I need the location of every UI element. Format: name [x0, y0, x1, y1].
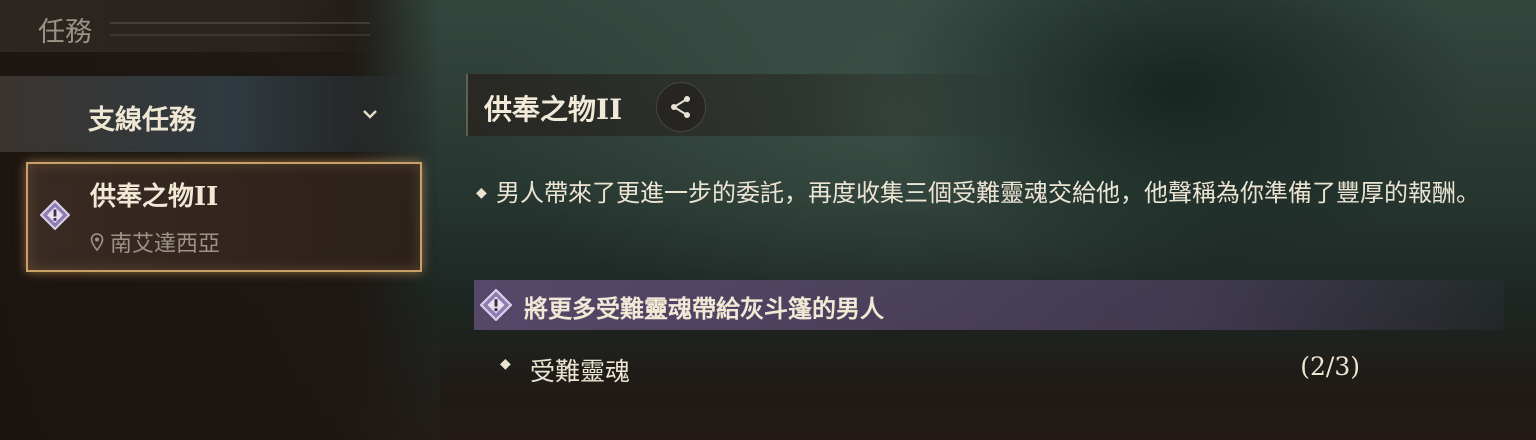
category-side-quests[interactable]: 支線任務 — [0, 76, 420, 152]
category-label: 支線任務 — [88, 105, 196, 136]
sub-objective-label: 受難靈魂 — [530, 357, 631, 386]
header: 任務 — [0, 0, 390, 52]
sub-objective-row: ◆ 受難靈魂 (2/3) — [500, 346, 1360, 392]
quest-location: 南艾達西亞 — [90, 226, 220, 258]
quest-title-bar: 供奉之物II — [466, 74, 1028, 136]
objective-diamond-icon — [480, 289, 512, 321]
share-button[interactable] — [656, 82, 706, 132]
share-icon — [671, 96, 690, 118]
quest-diamond-icon — [40, 200, 70, 230]
quest-title: 供奉之物II — [484, 93, 623, 126]
objective-row[interactable]: 將更多受難靈魂帶給灰斗篷的男人 — [474, 280, 1504, 330]
quest-list-item[interactable]: 供奉之物II 南艾達西亞 — [26, 162, 422, 272]
objective-text: 將更多受難靈魂帶給灰斗篷的男人 — [524, 294, 884, 323]
quest-description-text: 男人帶來了更進一步的委託，再度收集三個受難靈魂交給他，他聲稱為你準備了豐厚的報酬… — [496, 179, 1480, 207]
quest-name: 供奉之物II — [90, 182, 219, 212]
page-title: 任務 — [38, 17, 92, 48]
location-pin-icon — [90, 233, 104, 251]
header-ornament — [110, 22, 370, 36]
bullet-icon: ◆ — [500, 356, 511, 372]
chevron-down-icon — [363, 110, 377, 119]
bullet-icon: ◆ — [476, 185, 487, 201]
quest-location-label: 南艾達西亞 — [110, 232, 221, 257]
quest-description: ◆ 男人帶來了更進一步的委託，再度收集三個受難靈魂交給他，他聲稱為你準備了豐厚的… — [476, 170, 1516, 216]
quest-list-panel: 任務 支線任務 供奉之物II 南艾達西亞 — [0, 0, 440, 440]
sub-objective-progress: (2/3) — [1300, 352, 1360, 381]
